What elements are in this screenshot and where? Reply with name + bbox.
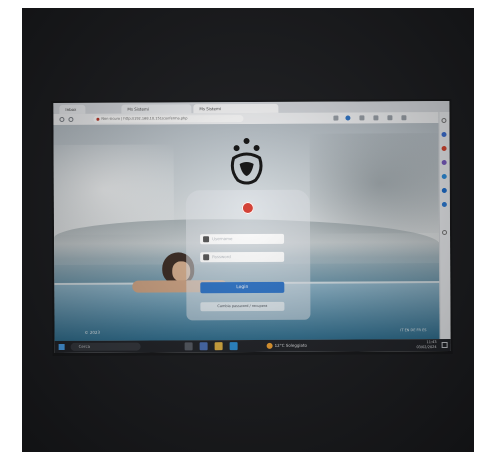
edge-browser-icon[interactable] [229,342,238,351]
extensions-icon[interactable] [359,115,365,121]
language-links[interactable]: IT EN DE FR ES [400,328,426,332]
search-placeholder: Cerca [78,343,91,349]
sidebar-app-icon[interactable] [441,159,447,166]
refresh-icon[interactable] [68,116,74,122]
tab-label: Ms Sistemi [127,106,149,112]
taskbar-search[interactable]: Cerca [70,342,141,351]
task-view-icon[interactable] [184,342,193,351]
copyright-text: © 2023 [84,329,101,335]
weather-text[interactable]: 12°C Soleggiato [275,342,307,350]
favorite-icon[interactable] [333,115,339,121]
add-icon[interactable] [442,229,448,236]
taskbar: Cerca 12°C Soleggiato 11:43 03/02/2024 [54,338,451,354]
browser-tab-2[interactable]: Ms Sistemi [121,104,192,114]
tab-label: Inbox [65,106,77,112]
browser-tab-1[interactable]: Inbox [59,104,86,115]
taskbar-app-icon[interactable] [199,342,208,351]
profile-icon[interactable] [345,115,351,121]
monitor: Inbox Ms Sistemi Ms Sistemi Non sicuro |… [51,98,453,357]
downloads-icon[interactable] [387,115,393,121]
collections-icon[interactable] [373,115,379,121]
user-icon [203,236,210,243]
login-button[interactable]: Login [200,281,285,294]
windows-start-icon[interactable] [58,343,65,351]
background-mist [309,132,441,234]
recover-password-button[interactable]: Cambia password / recupera [200,301,285,312]
lock-icon [203,254,210,261]
notification-icon[interactable] [441,341,448,349]
tab-label: Ms Sistemi [199,106,221,112]
url-text: Non sicuro | http://192.168.10.151/confe… [101,116,188,121]
photo-frame: Inbox Ms Sistemi Ms Sistemi Non sicuro |… [22,8,474,452]
password-field[interactable]: Password [200,251,285,263]
shield-badge-icon [241,201,254,215]
url-field[interactable]: Non sicuro | http://192.168.10.151/confe… [93,115,244,123]
browser-tab-3-active[interactable]: Ms Sistemi [193,103,279,114]
clock-date: 03/02/2024 [416,345,437,350]
clock[interactable]: 11:43 03/02/2024 [416,340,436,350]
username-placeholder: Username [212,236,233,242]
edge-sidebar [438,111,451,340]
brand-logo-icon [230,138,263,185]
back-icon[interactable] [59,116,65,123]
weather-icon [266,342,273,349]
username-field[interactable]: Username [200,233,285,245]
sidebar-app-icon[interactable] [441,173,447,180]
search-icon[interactable] [441,117,447,124]
sidebar-app-icon[interactable] [441,131,447,138]
file-explorer-icon[interactable] [214,342,223,351]
login-card: Username Password Login Cambia password … [185,189,311,321]
sidebar-app-icon[interactable] [441,145,447,152]
not-secure-icon [96,117,100,121]
sidebar-app-icon[interactable] [441,201,447,208]
password-placeholder: Password [212,254,231,260]
login-page: Username Password Login Cambia password … [53,123,441,342]
settings-icon[interactable] [401,115,407,121]
sidebar-app-icon[interactable] [441,187,447,194]
screen: Inbox Ms Sistemi Ms Sistemi Non sicuro |… [53,100,451,354]
